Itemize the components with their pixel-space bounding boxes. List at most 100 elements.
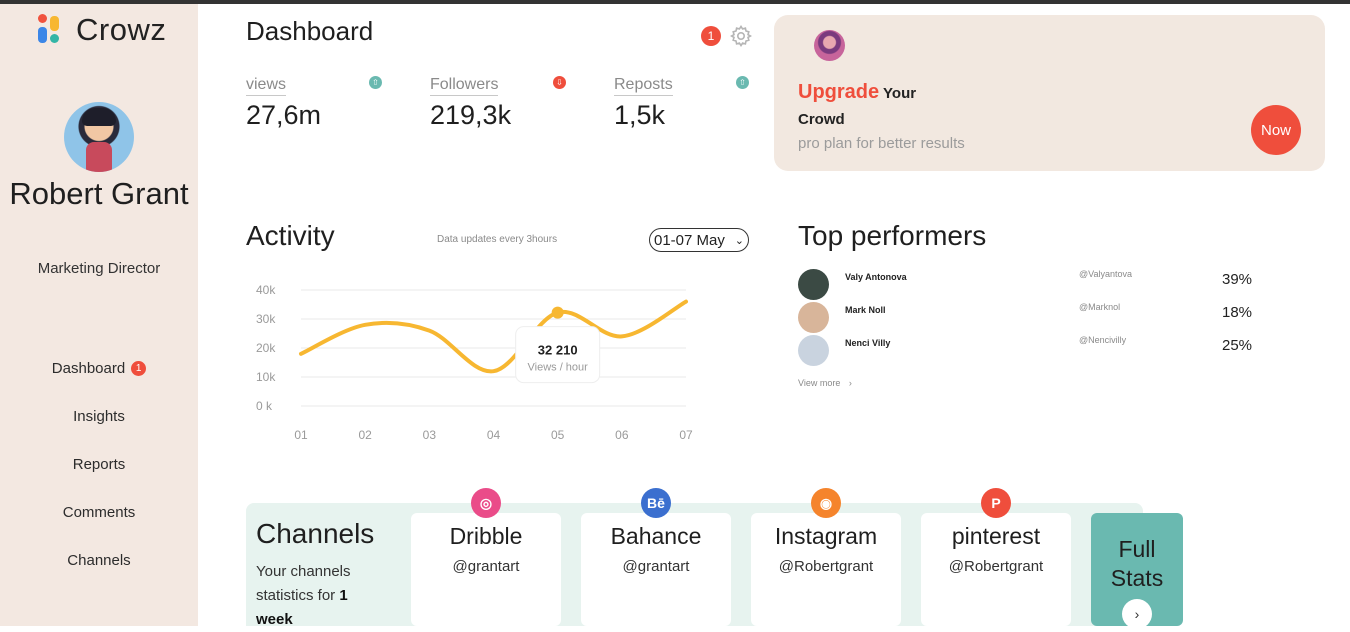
tooltip-label: Views / hour bbox=[528, 362, 589, 374]
channel-name: Dribble bbox=[449, 523, 523, 549]
instagram-icon: ◉ bbox=[811, 488, 841, 518]
stat-value: 27,6m bbox=[246, 100, 322, 130]
performer-percent: 39% bbox=[1222, 271, 1253, 288]
sidebar-item-comments[interactable]: Comments bbox=[0, 488, 198, 536]
full-stats-label: Full Stats bbox=[1110, 536, 1164, 591]
sidebar-item-label: Reports bbox=[72, 455, 126, 473]
channel-handle: @Robertgrant bbox=[778, 558, 874, 575]
view-more-link[interactable]: View more › bbox=[798, 378, 852, 388]
chevron-right-icon[interactable]: › bbox=[1122, 599, 1152, 629]
date-range-select[interactable]: 01-07 May ⌄ bbox=[649, 228, 749, 252]
y-tick-label: 0 k bbox=[256, 399, 273, 413]
y-tick-label: 10k bbox=[256, 370, 276, 384]
performer-name: Mark Noll bbox=[845, 305, 886, 315]
channel-card-instagram[interactable]: Instagram @Robertgrant bbox=[751, 513, 901, 626]
stat-label: views bbox=[246, 76, 287, 96]
series-line bbox=[299, 299, 688, 374]
sidebar-item-insights[interactable]: Insights bbox=[0, 392, 198, 440]
upgrade-heading-line2: Crowd bbox=[798, 111, 845, 128]
channel-card-dribble[interactable]: Dribble @grantart bbox=[411, 513, 561, 626]
x-tick-label: 03 bbox=[423, 428, 437, 442]
avatar bbox=[798, 335, 829, 366]
notification-badge: 1 bbox=[131, 360, 147, 376]
activity-update-note: Data updates every 3hours bbox=[437, 234, 558, 245]
sidebar-item-reports[interactable]: Reports bbox=[0, 440, 198, 488]
chevron-down-icon: ⌄ bbox=[734, 234, 744, 247]
performer-handle: @Nencivilly bbox=[1079, 335, 1127, 345]
channels-description: Your channels statistics for 1 week bbox=[256, 560, 386, 632]
stat-views: views 27,6m ⇧ bbox=[246, 76, 382, 131]
view-more-label: View more bbox=[798, 378, 841, 388]
x-tick-label: 02 bbox=[358, 428, 372, 442]
stat-followers: Followers 219,3k ⇩ bbox=[430, 76, 566, 131]
full-stats-card[interactable]: Full Stats › bbox=[1091, 513, 1183, 629]
performer-handle: @Marknol bbox=[1079, 302, 1121, 312]
channel-name: pinterest bbox=[951, 523, 1041, 549]
sidebar-item-dashboard[interactable]: Dashboard 1 bbox=[0, 344, 198, 392]
channel-card-bahance[interactable]: Bahance @grantart bbox=[581, 513, 731, 626]
performer-row[interactable]: Mark Noll @Marknol 18% bbox=[798, 302, 1258, 333]
channel-card-pinterest[interactable]: pinterest @Robertgrant bbox=[921, 513, 1071, 626]
y-tick-label: 40k bbox=[256, 283, 276, 297]
x-tick-label: 06 bbox=[615, 428, 629, 442]
stat-value: 1,5k bbox=[614, 100, 666, 130]
date-range-value: 01-07 May bbox=[654, 231, 725, 249]
upgrade-heading: Upgrade Your bbox=[798, 81, 916, 104]
upgrade-subtitle: pro plan for better results bbox=[798, 135, 965, 152]
channels-description-text: Your channels statistics for bbox=[256, 563, 351, 604]
top-performers-title: Top performers bbox=[798, 220, 987, 251]
data-point-highlight bbox=[551, 306, 564, 319]
sidebar: Crowz Robert Grant Marketing Director Da… bbox=[0, 4, 198, 626]
upgrade-now-button[interactable]: Now bbox=[1251, 105, 1301, 155]
performer-name: Valy Antonova bbox=[845, 272, 907, 282]
x-tick-label: 05 bbox=[551, 428, 565, 442]
window-top-bar bbox=[0, 0, 1350, 4]
performer-name: Nenci Villy bbox=[845, 338, 891, 348]
sidebar-item-channels[interactable]: Channels bbox=[0, 536, 198, 584]
performer-percent: 25% bbox=[1222, 337, 1253, 354]
logo[interactable]: Crowz bbox=[38, 12, 166, 48]
x-tick-label: 07 bbox=[679, 428, 693, 442]
performer-row[interactable]: Nenci Villy @Nencivilly 25% bbox=[798, 335, 1258, 366]
upgrade-heading-rest: Your bbox=[883, 85, 917, 102]
performer-percent: 18% bbox=[1222, 304, 1253, 321]
pinterest-icon: P bbox=[981, 488, 1011, 518]
sidebar-item-label: Comments bbox=[62, 503, 136, 521]
upgrade-highlight: Upgrade bbox=[798, 81, 880, 103]
stat-label: Followers bbox=[430, 76, 499, 96]
trend-up-icon: ⇧ bbox=[369, 76, 382, 89]
trend-up-icon: ⇧ bbox=[736, 76, 749, 89]
sidebar-item-label: Channels bbox=[67, 551, 131, 569]
app-name: Crowz bbox=[76, 12, 167, 47]
channel-name: Instagram bbox=[774, 523, 878, 549]
x-tick-label: 04 bbox=[487, 428, 501, 442]
trend-down-icon: ⇩ bbox=[553, 76, 566, 89]
stat-value: 219,3k bbox=[430, 100, 512, 130]
performer-row[interactable]: Valy Antonova @Valyantova 39% bbox=[798, 269, 1258, 300]
profile-role: Marketing Director bbox=[37, 260, 161, 277]
gear-icon[interactable] bbox=[729, 24, 753, 48]
avatar bbox=[798, 302, 829, 333]
y-tick-label: 20k bbox=[256, 341, 276, 355]
page-title: Dashboard bbox=[246, 16, 374, 46]
performer-handle: @Valyantova bbox=[1079, 269, 1132, 279]
channel-handle: @grantart bbox=[622, 558, 690, 575]
notification-badge[interactable]: 1 bbox=[701, 26, 721, 46]
upgrade-card: Upgrade Your Crowd pro plan for better r… bbox=[774, 15, 1325, 171]
sidebar-item-label: Dashboard bbox=[51, 359, 126, 377]
channel-handle: @grantart bbox=[452, 558, 520, 575]
stat-reposts: Reposts 1,5k ⇧ bbox=[614, 76, 749, 131]
channel-name: Bahance bbox=[610, 523, 702, 549]
tooltip-value: 32 210 bbox=[538, 343, 578, 358]
behance-icon: Bē bbox=[641, 488, 671, 518]
sidebar-item-label: Insights bbox=[73, 407, 125, 425]
channel-handle: @Robertgrant bbox=[948, 558, 1044, 575]
x-tick-label: 01 bbox=[294, 428, 308, 442]
logo-icon bbox=[38, 14, 66, 46]
chevron-right-icon: › bbox=[848, 378, 852, 388]
stat-label: Reposts bbox=[614, 76, 673, 96]
avatar[interactable] bbox=[64, 102, 134, 172]
dribbble-icon: ◎ bbox=[471, 488, 501, 518]
avatar bbox=[798, 269, 829, 300]
sidebar-nav: Dashboard 1 Insights Reports Comments Ch… bbox=[0, 344, 198, 584]
